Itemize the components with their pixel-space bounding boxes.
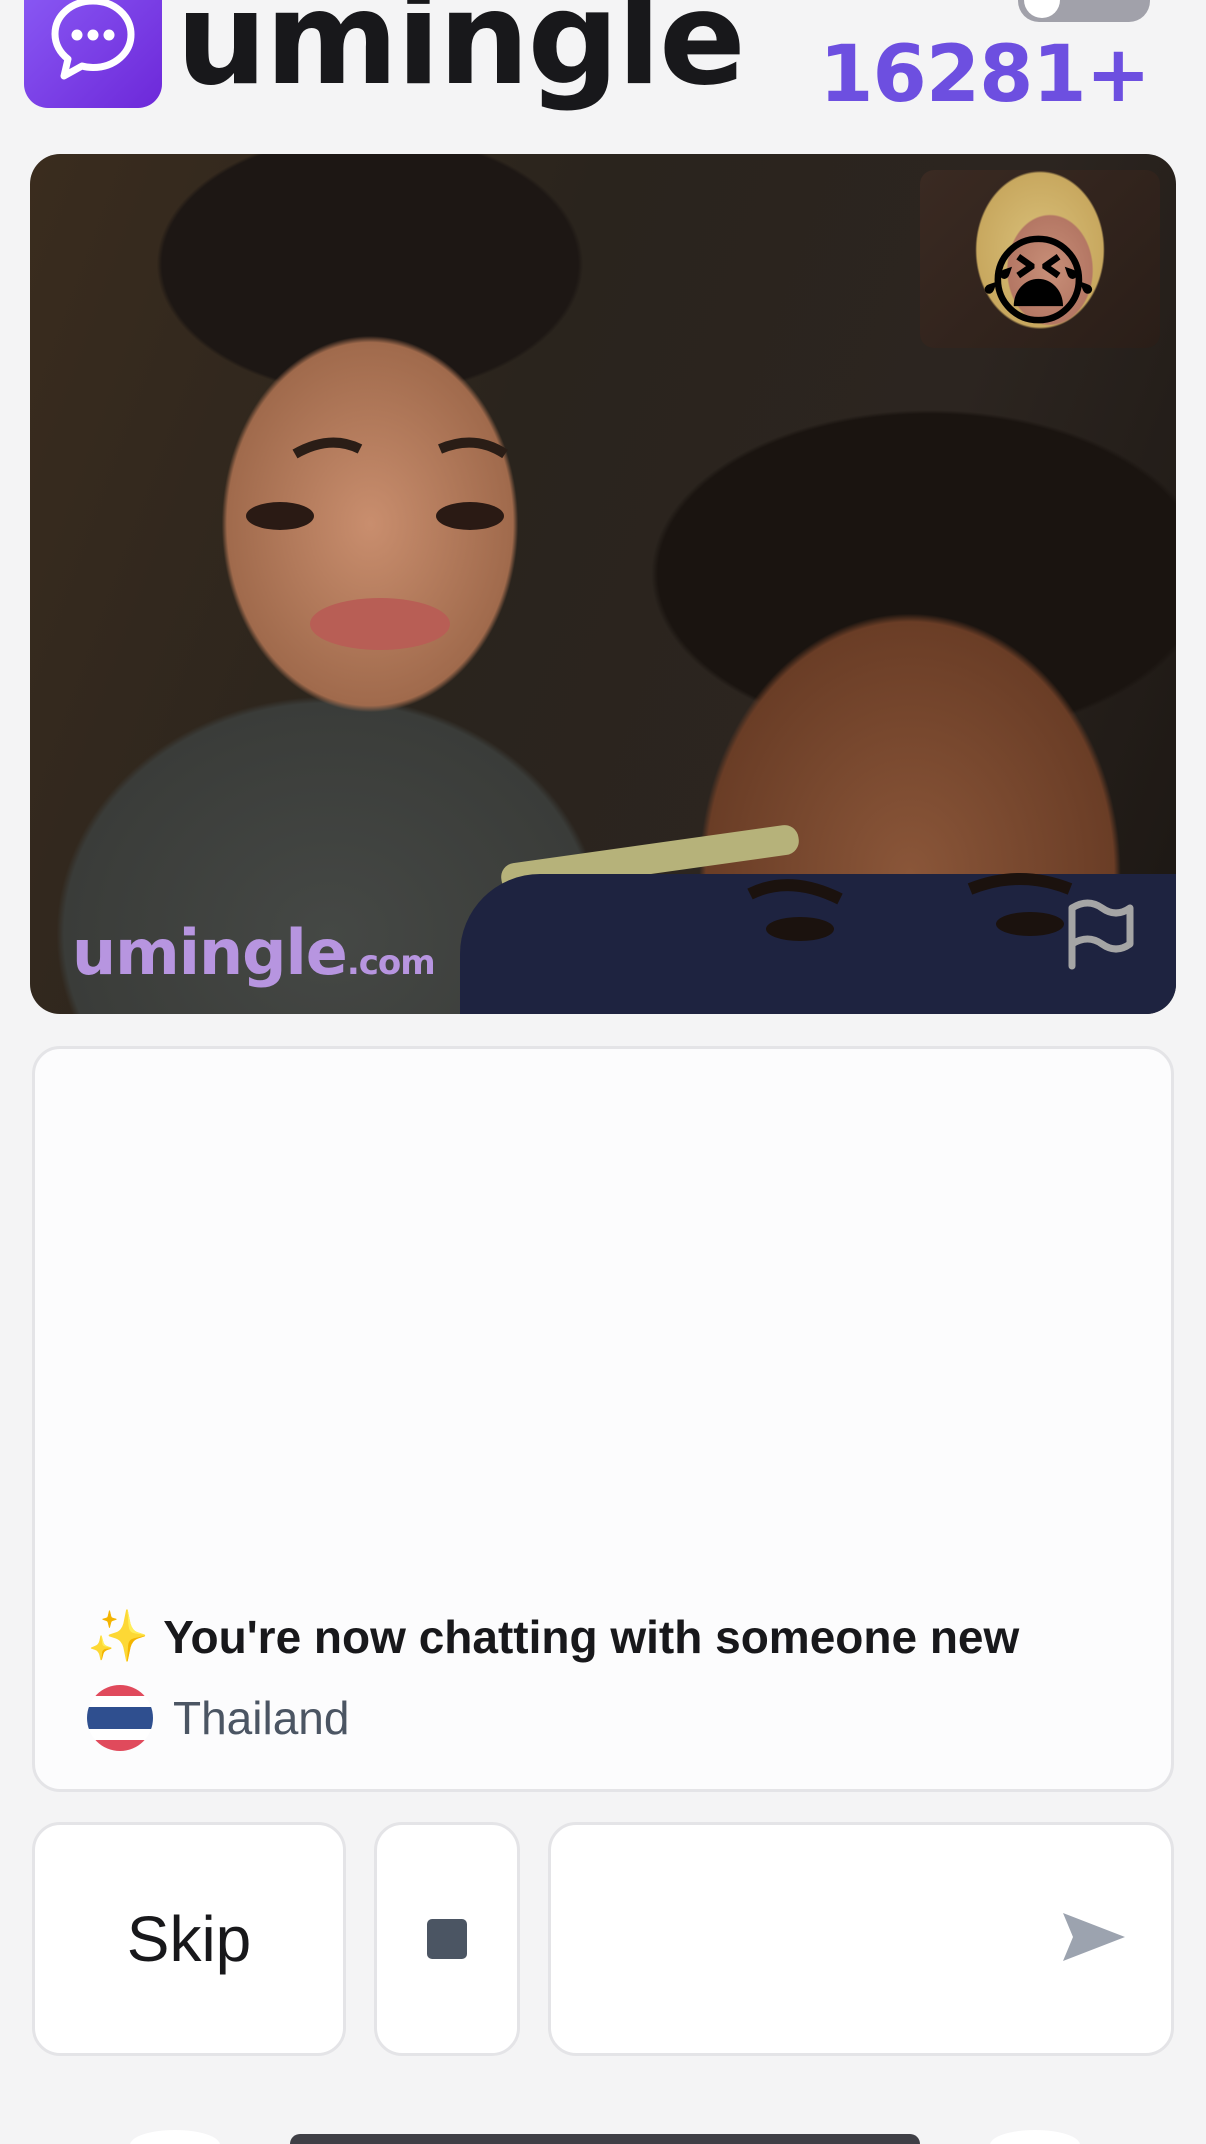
crying-face-emoji: 😭	[980, 226, 1097, 338]
app-header: umingle 16281+	[0, 0, 1206, 145]
toggle-knob	[1024, 0, 1060, 18]
remote-video: 😭 umingle.com	[30, 154, 1176, 1014]
send-arrow-icon[interactable]	[1061, 1909, 1127, 1970]
home-indicator	[290, 2134, 920, 2144]
brand-name: umingle	[176, 0, 746, 114]
stop-square-icon	[427, 1919, 467, 1959]
sparkles-icon: ✨	[87, 1608, 150, 1664]
message-composer	[548, 1822, 1174, 2056]
watermark-tld: .com	[346, 943, 436, 983]
bottom-bar-left	[130, 2130, 220, 2144]
partner-country: Thailand	[87, 1685, 349, 1751]
watermark-name: umingle	[72, 916, 348, 989]
thailand-flag-icon	[87, 1685, 153, 1751]
skip-button[interactable]: Skip	[32, 1822, 346, 2056]
system-message: ✨ You're now chatting with someone new	[87, 1607, 1019, 1666]
online-count: 16281+	[819, 30, 1151, 120]
stop-button[interactable]	[374, 1822, 520, 2056]
video-watermark: umingle.com	[72, 916, 436, 989]
chat-bubble-icon[interactable]	[24, 0, 162, 108]
country-name: Thailand	[173, 1692, 350, 1744]
mode-toggle[interactable]	[1018, 0, 1150, 22]
bottom-bar-right	[990, 2130, 1080, 2144]
chat-log: ✨ You're now chatting with someone new T…	[32, 1046, 1174, 1792]
message-input[interactable]	[581, 1865, 1051, 2015]
self-preview[interactable]: 😭	[920, 170, 1160, 348]
status-message: You're now chatting with someone new	[163, 1610, 1020, 1663]
flag-icon[interactable]	[1060, 894, 1140, 974]
